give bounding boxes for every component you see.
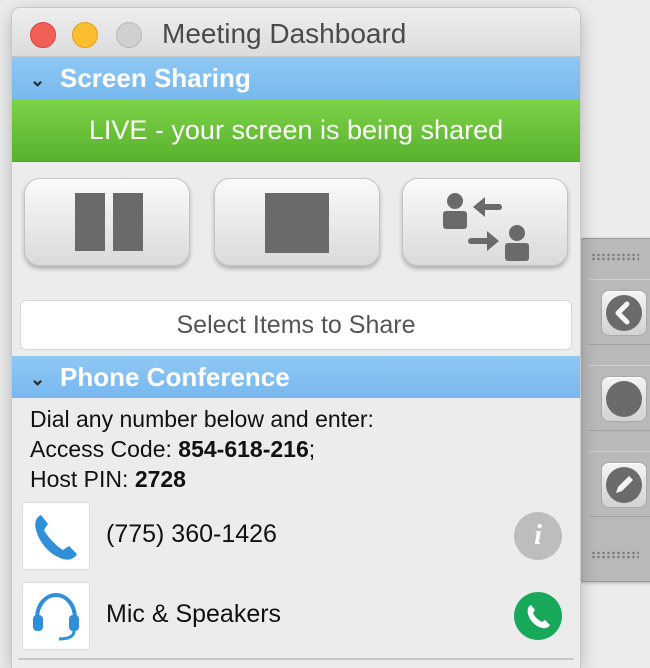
phone-number: (775) 360-1426 [106,520,277,548]
record-circle-icon [606,381,642,417]
audio-option-row: Mic & Speakers [12,578,580,654]
access-code-value: 854-618-216 [178,436,309,462]
phone-handset-icon [22,502,90,570]
share-controls [12,162,580,274]
chevron-down-icon: ⌄ [30,70,46,90]
host-pin-value: 2728 [134,466,186,492]
chevron-down-icon: ⌄ [30,369,46,389]
collapse-toolbar-button[interactable] [601,290,647,336]
minimize-window-button[interactable] [72,22,98,48]
select-items-to-share-button[interactable]: Select Items to Share [20,300,572,350]
access-code-suffix: ; [308,436,316,462]
phone-call-icon [527,605,550,629]
annotate-button[interactable] [601,462,647,508]
stop-icon [265,193,329,253]
swap-presenter-icon [443,193,529,261]
access-code-label: Access Code: [30,436,172,462]
live-status-bar: LIVE - your screen is being shared [12,99,580,162]
call-button[interactable] [514,592,562,640]
dial-instructions: Dial any number below and enter: [30,406,374,432]
stop-sharing-button[interactable] [214,178,380,266]
screen-sharing-header[interactable]: ⌄ Screen Sharing [12,57,580,99]
meeting-dashboard-window: Meeting Dashboard ⌄ Screen Sharing LIVE … [12,8,580,668]
phone-conference-header-label: Phone Conference [60,362,290,392]
chevron-left-icon [606,295,642,331]
record-slot [589,365,650,431]
phone-number-row: (775) 360-1426 i [12,498,580,574]
collapse-toolbar-slot [589,279,650,345]
side-toolbar [580,238,650,582]
toolbar-grip-top[interactable] [591,253,639,261]
change-presenter-button[interactable] [402,178,568,266]
screen-sharing-header-label: Screen Sharing [60,63,251,93]
phone-conference-header[interactable]: ⌄ Phone Conference [12,356,580,398]
annotate-slot [589,451,650,517]
audio-option-label: Mic & Speakers [106,600,282,628]
zoom-window-button[interactable] [116,22,142,48]
title-bar[interactable]: Meeting Dashboard [12,8,580,57]
info-icon[interactable]: i [514,512,562,560]
host-pin-label: Host PIN: [30,466,129,492]
pencil-icon [606,467,642,503]
pause-sharing-button[interactable] [24,178,190,266]
conference-instructions: Dial any number below and enter: Access … [30,404,374,494]
headset-icon [22,582,90,650]
host-pin-line: Host PIN: 2728 [30,464,374,494]
close-window-button[interactable] [30,22,56,48]
record-button[interactable] [601,376,647,422]
window-title: Meeting Dashboard [162,18,407,49]
access-code-line: Access Code: 854-618-216; [30,434,374,464]
toolbar-grip-bottom[interactable] [591,551,639,559]
